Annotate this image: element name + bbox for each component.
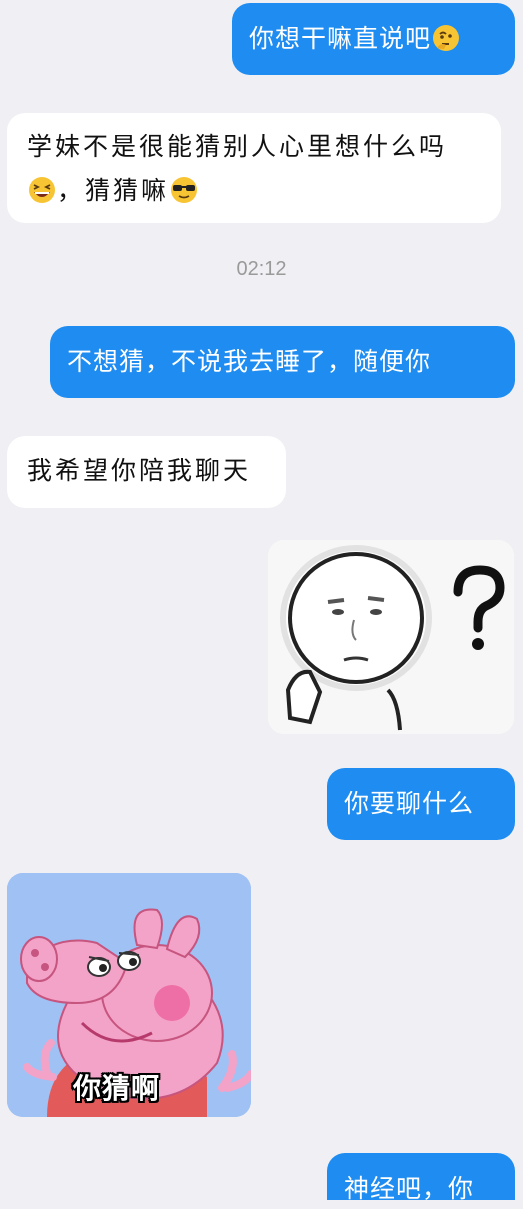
outgoing-message-bubble[interactable]: 神经吧，你 <box>327 1153 515 1203</box>
sticker-caption: 你猜啊 <box>73 1072 161 1105</box>
confused-face-question-sticker-art <box>268 540 514 734</box>
incoming-message-bubble[interactable]: 我希望你陪我聊天 <box>7 436 286 508</box>
message-text: 神经吧，你 <box>344 1174 475 1203</box>
message-text: 你想干嘛直说吧 <box>249 24 432 53</box>
message-text: 我希望你陪我聊天 <box>27 456 252 485</box>
timestamp: 02:12 <box>236 258 287 280</box>
outgoing-message-bubble[interactable]: 你要聊什么 <box>327 768 515 840</box>
incoming-message-bubble[interactable]: 学妹不是很能猜别人心里想什么吗 ，猜猜嘛 <box>7 113 501 223</box>
outgoing-message-bubble[interactable]: 你想干嘛直说吧 <box>232 3 515 75</box>
peppa-pig-sticker[interactable]: 你猜啊 <box>7 873 251 1117</box>
message-text: 你要聊什么 <box>344 789 475 818</box>
sunglasses-face-icon <box>171 177 198 203</box>
message-line-2: ，猜猜嘛 <box>27 169 501 213</box>
message-line-1: 学妹不是很能猜别人心里想什么吗 <box>27 132 448 161</box>
confused-face-question-sticker[interactable] <box>268 540 514 734</box>
message-text: 不想猜，不说我去睡了，随便你 <box>67 347 432 376</box>
outgoing-message-bubble[interactable]: 不想猜，不说我去睡了，随便你 <box>50 326 515 398</box>
thinking-face-icon <box>433 25 460 51</box>
grinning-squint-face-icon <box>29 177 55 203</box>
message-line-2-text: ，猜猜嘛 <box>57 176 170 205</box>
